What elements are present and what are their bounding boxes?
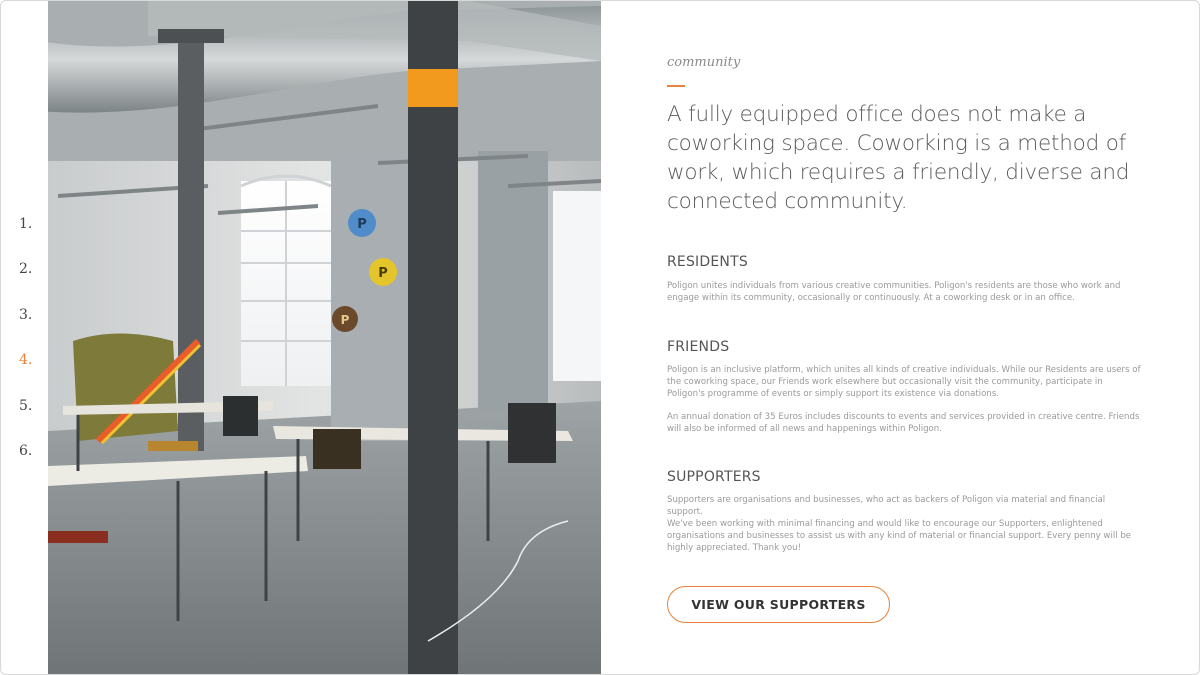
friends-text-2: An annual donation of 35 Euros includes … <box>667 412 1140 434</box>
supporters-text-2: We've been working with minimal financin… <box>667 519 1132 553</box>
nav-item-1[interactable]: 1. <box>19 216 43 232</box>
svg-text:P: P <box>341 313 350 327</box>
page-frame: 1. 2. 3. 4. 5. 6. P P P community A full… <box>0 0 1200 675</box>
poligon-logo-blue: P <box>348 209 376 237</box>
friends-text-1: Poligon is an inclusive platform, which … <box>667 365 1141 399</box>
nav-item-3[interactable]: 3. <box>19 307 43 323</box>
section-nav: 1. 2. 3. 4. 5. 6. <box>1 1 48 674</box>
friends-title: FRIENDS <box>667 339 730 355</box>
poligon-logo-yellow: P <box>369 258 397 286</box>
nav-item-2[interactable]: 2. <box>19 261 43 277</box>
supporters-title: SUPPORTERS <box>667 469 761 485</box>
section-kicker: community <box>667 55 741 70</box>
kicker-divider <box>667 85 685 87</box>
lead-statement: A fully equipped office does not make a … <box>667 102 1130 214</box>
poligon-logo-brown: P <box>332 306 358 332</box>
nav-item-4[interactable]: 4. <box>19 352 43 368</box>
svg-text:P: P <box>357 217 367 232</box>
supporters-text-1: Supporters are organisations and busines… <box>667 495 1106 517</box>
nav-item-6[interactable]: 6. <box>19 443 43 459</box>
view-supporters-button[interactable]: VIEW OUR SUPPORTERS <box>667 586 890 623</box>
nav-item-5[interactable]: 5. <box>19 398 43 414</box>
coworking-photo: P P P <box>48 1 601 674</box>
residents-text: Poligon unites individuals from various … <box>667 281 1121 303</box>
svg-text:P: P <box>378 266 388 281</box>
residents-title: RESIDENTS <box>667 254 748 270</box>
